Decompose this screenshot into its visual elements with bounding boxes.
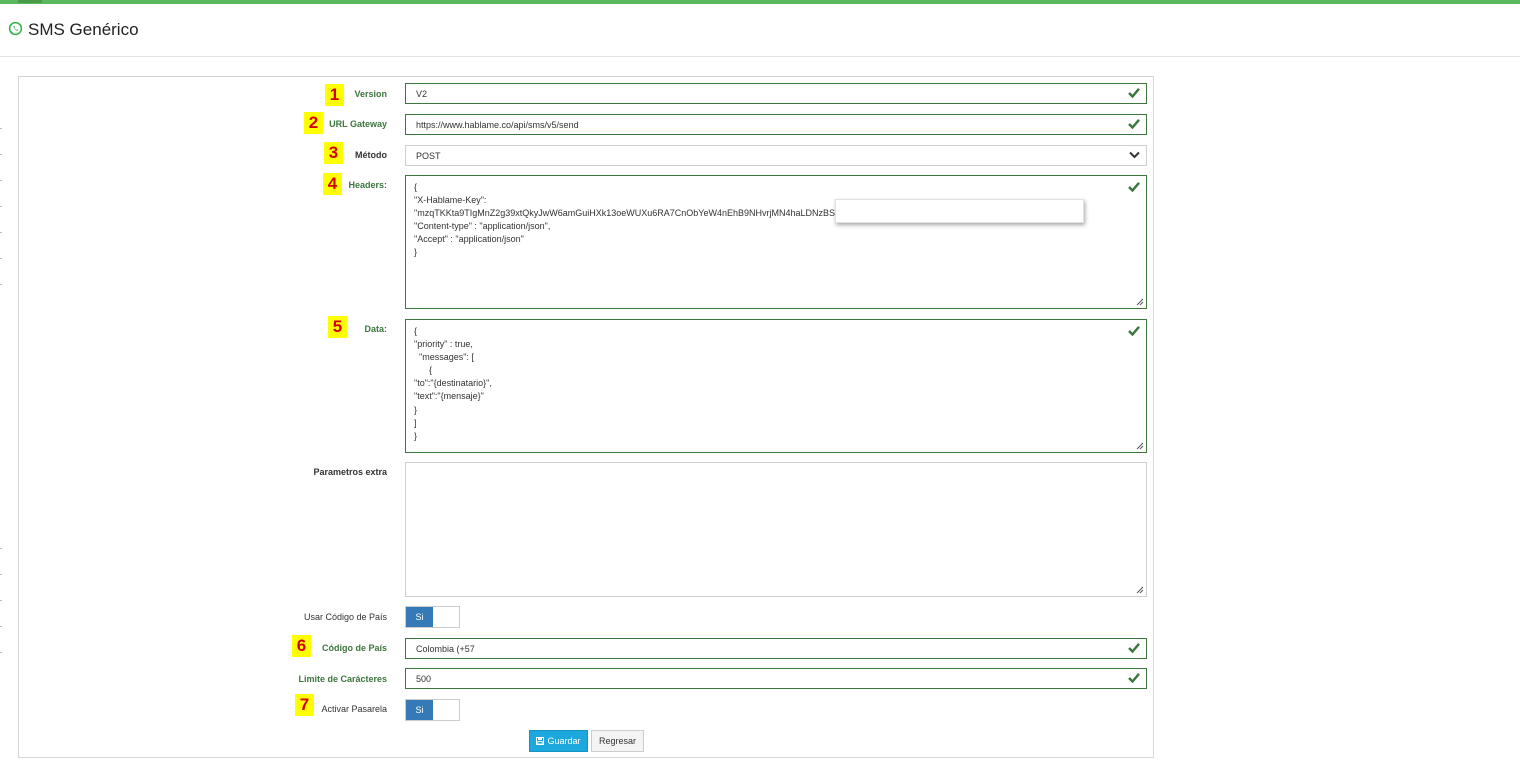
version-select[interactable]: V2	[405, 83, 1147, 104]
headers-textarea[interactable]: { "X-Hablame-Key": "mzqTKKta9TIgMnZ2g39x…	[405, 175, 1147, 309]
check-icon	[1128, 182, 1140, 192]
codigo-pais-value: Colombia (+57	[416, 643, 475, 654]
data-line: }	[414, 404, 418, 415]
annotation-badge-1: 1	[325, 84, 344, 106]
annotation-badge-2: 2	[304, 112, 323, 134]
usar-codigo-pais-label: Usar Código de País	[303, 612, 387, 622]
headers-label: Headers:	[348, 180, 387, 190]
annotation-badge-7: 7	[295, 694, 314, 716]
annotation-badge-5: 5	[328, 316, 347, 338]
limite-caracteres-value: 500	[416, 673, 432, 684]
version-label: Version	[354, 89, 387, 99]
data-label: Data:	[364, 324, 387, 334]
codigo-pais-select[interactable]: Colombia (+57	[405, 638, 1147, 659]
parametros-extra-textarea[interactable]	[405, 462, 1147, 597]
whatsapp-icon	[8, 21, 23, 39]
annotation-badge-6: 6	[292, 635, 311, 657]
parametros-extra-label: Parametros extra	[313, 467, 387, 477]
headers-line: }	[414, 247, 418, 258]
headers-line: {	[414, 182, 418, 192]
data-line: "priority" : true,	[414, 339, 473, 350]
back-button-label: Regresar	[598, 736, 636, 746]
url-gateway-input[interactable]: https://www.hablame.co/api/sms/v5/send	[405, 114, 1147, 135]
metodo-select[interactable]: POST	[405, 145, 1147, 166]
url-gateway-value: https://www.hablame.co/api/sms/v5/send	[416, 119, 579, 130]
save-button[interactable]: Guardar	[529, 730, 588, 752]
annotation-badge-3: 3	[324, 142, 343, 164]
page-title: SMS Genérico	[28, 20, 139, 39]
activar-pasarela-toggle[interactable]: Si	[405, 699, 460, 721]
check-icon	[1128, 88, 1140, 98]
parametros-extra-value	[414, 468, 1138, 481]
autocomplete-popup	[835, 199, 1084, 223]
annotation-badge-4: 4	[323, 173, 342, 195]
check-icon	[1128, 326, 1140, 336]
header-divider	[0, 56, 1520, 57]
data-line: "messages": [	[414, 352, 474, 363]
resize-grip-icon[interactable]	[1135, 297, 1144, 306]
version-value: V2	[416, 88, 428, 99]
save-button-label: Guardar	[547, 736, 581, 746]
data-line: {	[414, 326, 418, 336]
resize-grip-icon[interactable]	[1135, 441, 1144, 450]
limite-caracteres-input[interactable]: 500	[405, 668, 1147, 689]
usar-codigo-pais-toggle[interactable]: Si	[405, 606, 460, 628]
metodo-label: Método	[355, 150, 387, 160]
url-gateway-label: URL Gateway	[329, 119, 387, 129]
back-button[interactable]: Regresar	[591, 730, 644, 752]
floppy-icon	[536, 737, 545, 745]
data-textarea[interactable]: { "priority" : true, "messages": [ { "to…	[405, 319, 1147, 453]
top-accent-tab	[18, 0, 42, 3]
check-icon	[1128, 673, 1140, 683]
resize-grip-icon[interactable]	[1135, 585, 1144, 594]
data-line: "to":"{destinatario}",	[414, 378, 492, 389]
headers-line: "Accept" : "application/json"	[414, 234, 524, 245]
data-line: }	[414, 430, 418, 441]
chevron-down-icon	[1129, 151, 1140, 159]
activar-pasarela-label: Activar Pasarela	[321, 704, 387, 714]
codigo-pais-label: Código de País	[321, 643, 387, 653]
data-line: "text":"{mensaje}"	[414, 391, 484, 402]
check-icon	[1128, 119, 1140, 129]
limite-caracteres-label: Limite de Carácteres	[298, 674, 387, 684]
page-header: SMS Genérico	[8, 18, 139, 42]
top-accent-bar	[0, 0, 1520, 4]
toggle-on-label: Si	[406, 700, 433, 720]
metodo-value: POST	[416, 150, 441, 161]
toggle-on-label: Si	[406, 607, 433, 627]
data-line: {	[414, 365, 433, 376]
data-line: ]	[414, 417, 417, 428]
check-icon	[1128, 643, 1140, 653]
